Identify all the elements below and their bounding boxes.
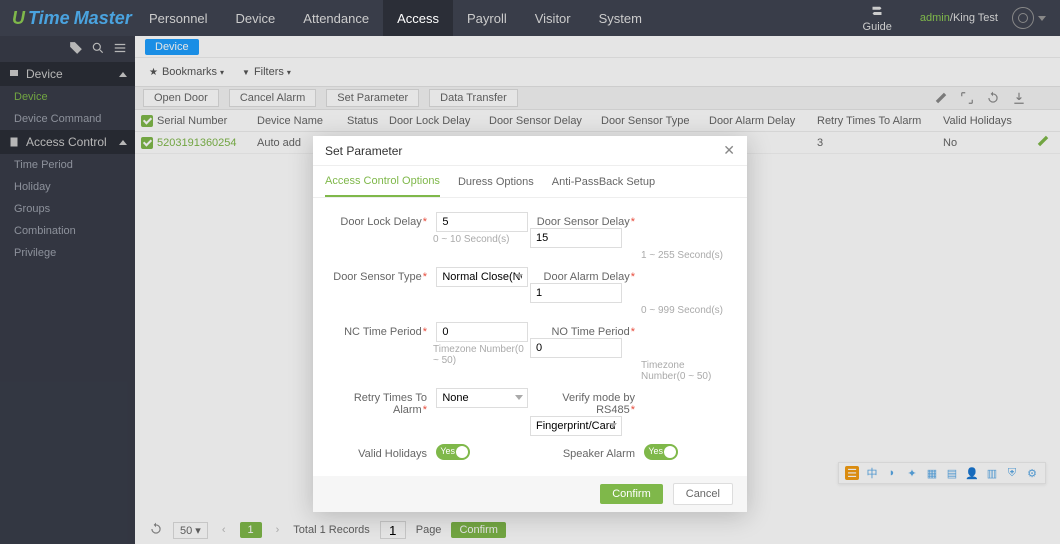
hint-no-time-period: Timezone Number(0 ~ 50) <box>641 360 729 382</box>
confirm-button[interactable]: Confirm <box>600 484 663 504</box>
nav-personnel[interactable]: Personnel <box>135 0 222 36</box>
nav-system[interactable]: System <box>585 0 656 36</box>
label-retry-times-to-alarm: Retry Times To Alarm <box>331 388 427 416</box>
label-door-lock-delay: Door Lock Delay <box>331 212 427 228</box>
signpost-icon <box>868 3 886 21</box>
toggle-speaker-alarm[interactable]: Yes <box>644 444 678 460</box>
nav-attendance[interactable]: Attendance <box>289 0 383 36</box>
label-door-sensor-delay: Door Sensor Delay <box>530 212 635 228</box>
nav-access[interactable]: Access <box>383 0 453 36</box>
input-door-alarm-delay[interactable] <box>530 283 622 303</box>
chevron-down-icon <box>515 395 523 400</box>
guide-button[interactable]: Guide <box>863 3 892 33</box>
set-parameter-dialog: Set Parameter ✕ Access Control Options D… <box>313 136 747 512</box>
avatar[interactable] <box>1012 7 1034 29</box>
hint-door-sensor-delay: 1 ~ 255 Second(s) <box>641 250 729 261</box>
chevron-down-icon <box>515 274 523 279</box>
tab-anti-passback[interactable]: Anti-PassBack Setup <box>552 168 655 196</box>
label-door-alarm-delay: Door Alarm Delay <box>530 267 635 283</box>
label-no-time-period: NO Time Period <box>530 322 635 338</box>
input-door-sensor-delay[interactable] <box>530 228 622 248</box>
tab-duress-options[interactable]: Duress Options <box>458 168 534 196</box>
dialog-title: Set Parameter <box>325 144 402 158</box>
label-speaker-alarm: Speaker Alarm <box>530 444 635 460</box>
label-valid-holidays: Valid Holidays <box>331 444 427 460</box>
nav-payroll[interactable]: Payroll <box>453 0 521 36</box>
input-nc-time-period[interactable] <box>436 322 528 342</box>
nav-visitor[interactable]: Visitor <box>521 0 585 36</box>
nav-device[interactable]: Device <box>222 0 290 36</box>
hint-nc-time-period: Timezone Number(0 ~ 50) <box>433 344 530 366</box>
input-door-lock-delay[interactable] <box>436 212 528 232</box>
tab-access-control-options[interactable]: Access Control Options <box>325 167 440 197</box>
label-verify-mode-rs485: Verify mode by RS485 <box>530 388 635 416</box>
close-button[interactable]: ✕ <box>723 142 735 159</box>
chevron-down-icon <box>609 423 617 428</box>
label-door-sensor-type: Door Sensor Type <box>331 267 427 283</box>
hint-door-alarm-delay: 0 ~ 999 Second(s) <box>641 305 729 316</box>
label-nc-time-period: NC Time Period <box>331 322 427 338</box>
modal-overlay: Set Parameter ✕ Access Control Options D… <box>0 36 1060 544</box>
user-menu-caret[interactable] <box>1038 16 1046 21</box>
user-label: admin/King Test <box>920 12 998 24</box>
input-no-time-period[interactable] <box>530 338 622 358</box>
cancel-button[interactable]: Cancel <box>673 483 733 505</box>
hint-door-lock-delay: 0 ~ 10 Second(s) <box>433 234 530 245</box>
logo: UTimeMaster <box>0 8 135 29</box>
toggle-valid-holidays[interactable]: Yes <box>436 444 470 460</box>
